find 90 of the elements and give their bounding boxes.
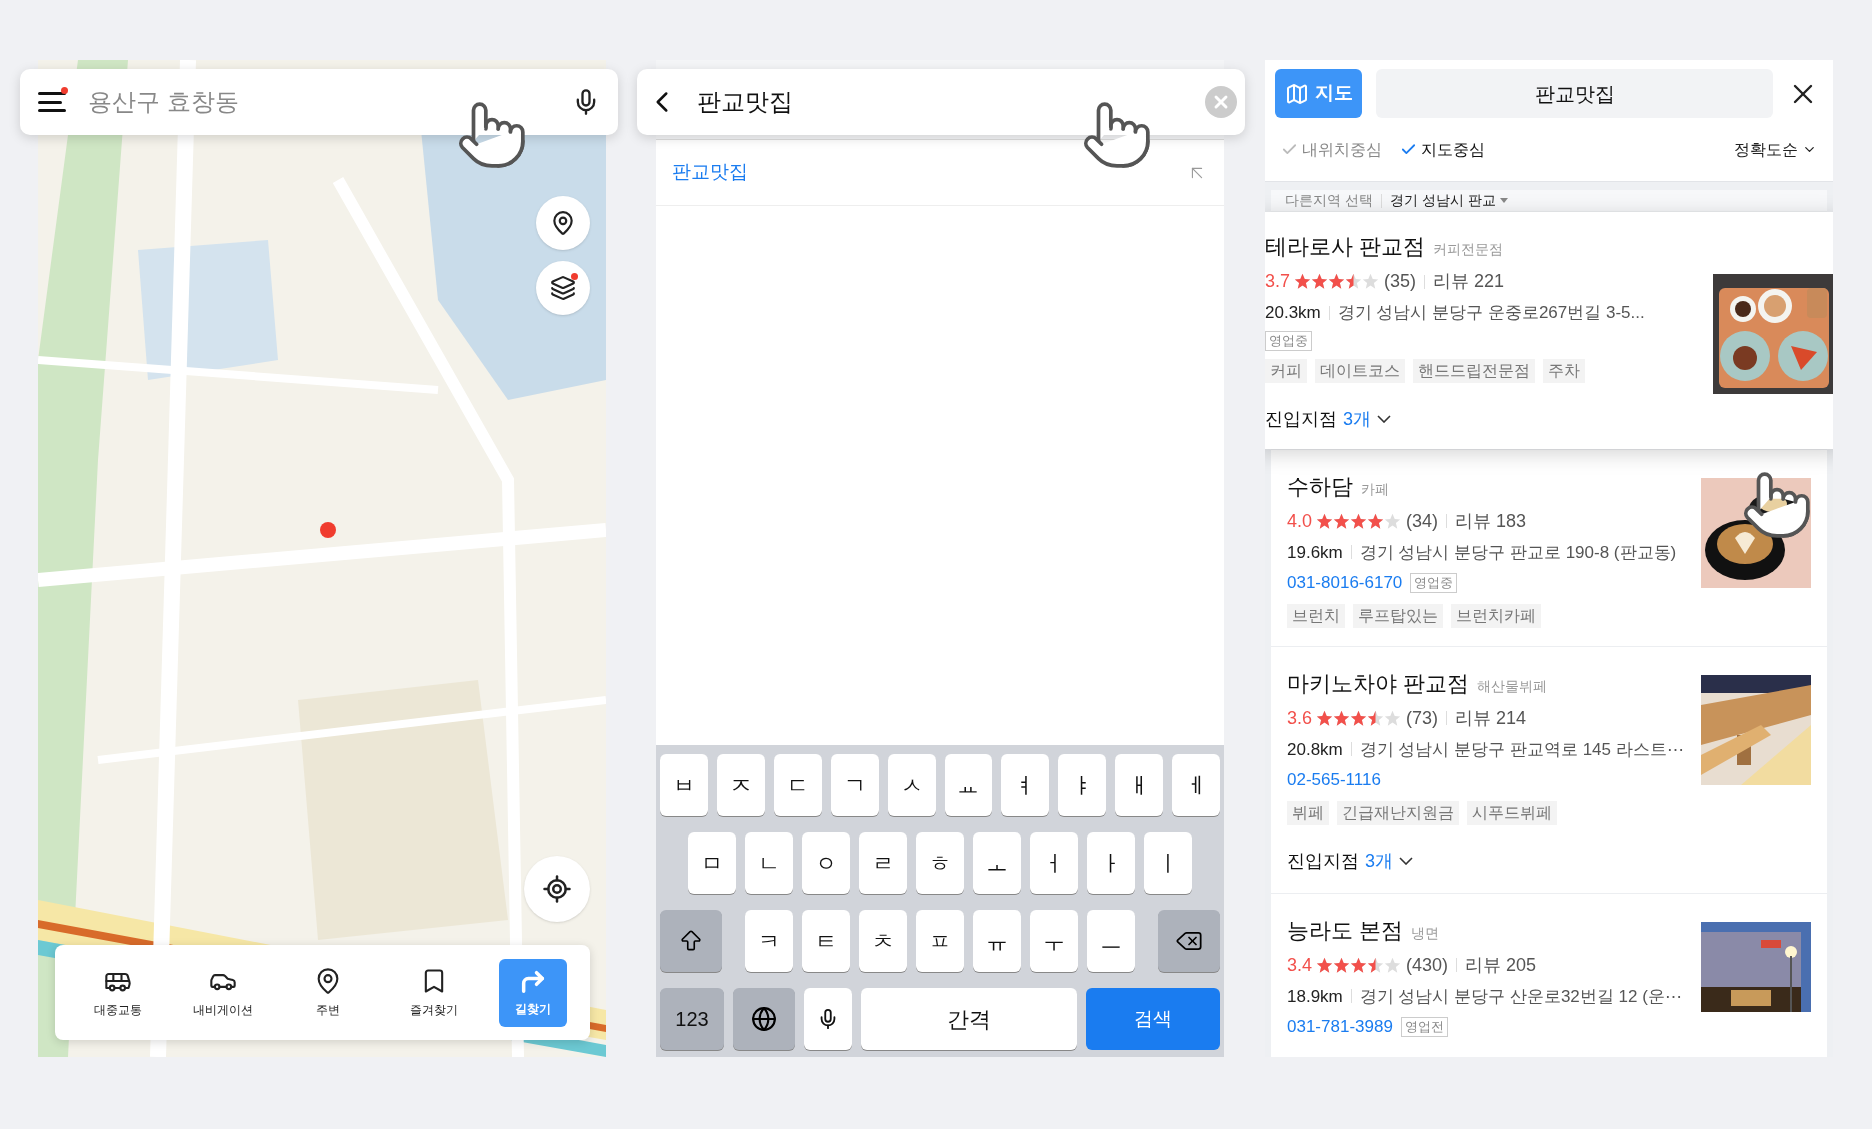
key[interactable]: ㅍ: [916, 910, 964, 972]
key[interactable]: ㄴ: [745, 832, 793, 894]
place-name[interactable]: 마키노차야 판교점: [1287, 666, 1470, 700]
place-category: 커피전문점: [1433, 240, 1504, 259]
place-address: 경기 성남시 분당구 운중로267번길 3-5...: [1337, 302, 1645, 324]
key[interactable]: ㅋ: [745, 910, 793, 972]
key[interactable]: ㄱ: [830, 754, 879, 816]
tag: 뷔페: [1287, 800, 1329, 825]
rating-count: (73): [1406, 706, 1439, 730]
place-name[interactable]: 능라도 본점: [1287, 913, 1404, 947]
key[interactable]: ㅓ: [1030, 832, 1078, 894]
space-key[interactable]: 간격: [861, 988, 1077, 1050]
key[interactable]: ㅇ: [802, 832, 850, 894]
key[interactable]: ㅔ: [1172, 754, 1221, 816]
rating-count: (34): [1406, 509, 1439, 533]
key[interactable]: ㅂ: [660, 754, 708, 816]
result-item[interactable]: 능라도 본점 냉면 3.4 (430) 리뷰 205 18.9km 경기 성남시 분당구 산운로32번길 12 (운⋯ 031-781-3989 영업전: [1271, 892, 1827, 1057]
review-count: 리뷰 183: [1455, 509, 1527, 533]
key[interactable]: ㅎ: [916, 832, 964, 894]
key[interactable]: ㅐ: [1115, 754, 1164, 816]
place-name[interactable]: 수하담: [1287, 469, 1353, 503]
region-bar[interactable]: 다른지역 선택 경기 성남시 판교: [1271, 190, 1827, 212]
search-field[interactable]: 용산구 효창동: [88, 84, 552, 120]
review-count: 리뷰 214: [1455, 706, 1527, 730]
status-tag: 영업중: [1265, 330, 1312, 351]
key[interactable]: ㅣ: [1144, 832, 1192, 894]
status-tag: 영업중: [1410, 572, 1458, 593]
key[interactable]: ㅌ: [802, 910, 850, 972]
key[interactable]: ㅑ: [1058, 754, 1107, 816]
tag: 브런치: [1287, 603, 1345, 628]
result-card[interactable]: 테라로사 판교점 커피전문점 3.7 (35) 리뷰 221 20.3km 경기 성남시 분당구 운중로267번길 3-5... 영업중 커피 데이트코스 핸드드립전문점 주차 진입지점 3개: [1265, 212, 1833, 449]
distance: 20.8km: [1287, 738, 1343, 761]
place-address: 경기 성남시 분당구 판교로 190-8 (판교동): [1359, 541, 1677, 564]
status-tag: 영업전: [1400, 1016, 1448, 1037]
nav-button[interactable]: 내비게이션: [183, 958, 264, 1027]
phone-link[interactable]: 031-8016-6170: [1287, 570, 1403, 596]
nav-button[interactable]: 즐겨찾기: [393, 958, 474, 1027]
tag: 브런치카페: [1451, 603, 1541, 628]
key[interactable]: ㄷ: [773, 754, 822, 816]
distance: 20.3km: [1265, 302, 1321, 324]
sort-dropdown[interactable]: 정확도순: [1734, 137, 1817, 162]
distance: 18.9km: [1287, 985, 1343, 1008]
key[interactable]: ㅅ: [887, 754, 936, 816]
rating-value: 3.7: [1265, 270, 1291, 293]
key[interactable]: ㅕ: [1001, 754, 1050, 816]
review-count: 리뷰 221: [1433, 270, 1505, 293]
branches-toggle[interactable]: 진입지점 3개: [1265, 405, 1713, 433]
key[interactable]: ㄹ: [859, 832, 907, 894]
tag: 데이트코스: [1315, 358, 1405, 383]
numbers-key[interactable]: 123: [660, 988, 724, 1050]
rating-value: 3.6: [1287, 706, 1313, 730]
search-field[interactable]: 판교맛집: [697, 84, 1187, 120]
distance: 19.6km: [1287, 541, 1343, 564]
nav-button[interactable]: 대중교통: [77, 958, 158, 1027]
place-category: 카페: [1361, 479, 1389, 499]
phone-link[interactable]: 02-565-1116: [1287, 767, 1381, 793]
phone-link[interactable]: 031-781-3989: [1287, 1014, 1393, 1040]
rating-value: 3.4: [1287, 953, 1313, 977]
rating-count: (35): [1384, 270, 1417, 293]
key[interactable]: ㅠ: [973, 910, 1021, 972]
key[interactable]: ㅊ: [859, 910, 907, 972]
result-item[interactable]: 마키노차야 판교점 해산물뷔페 3.6 (73) 리뷰 214 20.8km 경기 성남시 분당구 판교역로 145 라스트⋯ 02-565-1116 뷔페 긴급재난지원금 시푸드뷔페 진입지점 3개: [1271, 645, 1827, 893]
key[interactable]: ㅛ: [944, 754, 993, 816]
search-key[interactable]: 검색: [1086, 988, 1220, 1050]
tag: 커피: [1265, 358, 1307, 383]
result-item[interactable]: 수하담 카페 4.0 (34) 리뷰 183 19.6km 경기 성남시 분당구 판교로 190-8 (판교동) 031-8016-6170 영업중 브런치 루프탑있는 브런치카페: [1271, 448, 1827, 646]
place-address: 경기 성남시 분당구 산운로32번길 12 (운⋯: [1359, 985, 1682, 1008]
filter-option[interactable]: 내위치중심: [1281, 137, 1382, 162]
tag: 주차: [1543, 358, 1585, 383]
place-name[interactable]: 테라로사 판교점: [1265, 230, 1426, 263]
rating-count: (430): [1406, 953, 1449, 977]
place-category: 냉면: [1411, 923, 1440, 943]
nav-button[interactable]: 주변: [288, 958, 369, 1027]
tag: 핸드드립전문점: [1413, 358, 1535, 383]
key[interactable]: ㅡ: [1087, 910, 1135, 972]
review-count: 리뷰 205: [1465, 953, 1537, 977]
tag: 루프탑있는: [1353, 603, 1443, 628]
rating-value: 4.0: [1287, 509, 1313, 533]
place-category: 해산물뷔페: [1477, 676, 1548, 696]
key[interactable]: ㅁ: [688, 832, 736, 894]
tag: 긴급재난지원금: [1337, 800, 1459, 825]
branches-toggle[interactable]: 진입지점 3개: [1287, 847, 1701, 875]
key[interactable]: ㅜ: [1030, 910, 1078, 972]
key[interactable]: ㅈ: [716, 754, 765, 816]
query-field[interactable]: 판교맛집: [1376, 69, 1773, 118]
key[interactable]: ㅗ: [973, 832, 1021, 894]
tag: 시푸드뷔페: [1467, 800, 1557, 825]
filter-option[interactable]: 지도중심: [1400, 137, 1485, 162]
place-address: 경기 성남시 분당구 판교역로 145 라스트⋯: [1359, 738, 1684, 761]
key[interactable]: ㅏ: [1087, 832, 1135, 894]
